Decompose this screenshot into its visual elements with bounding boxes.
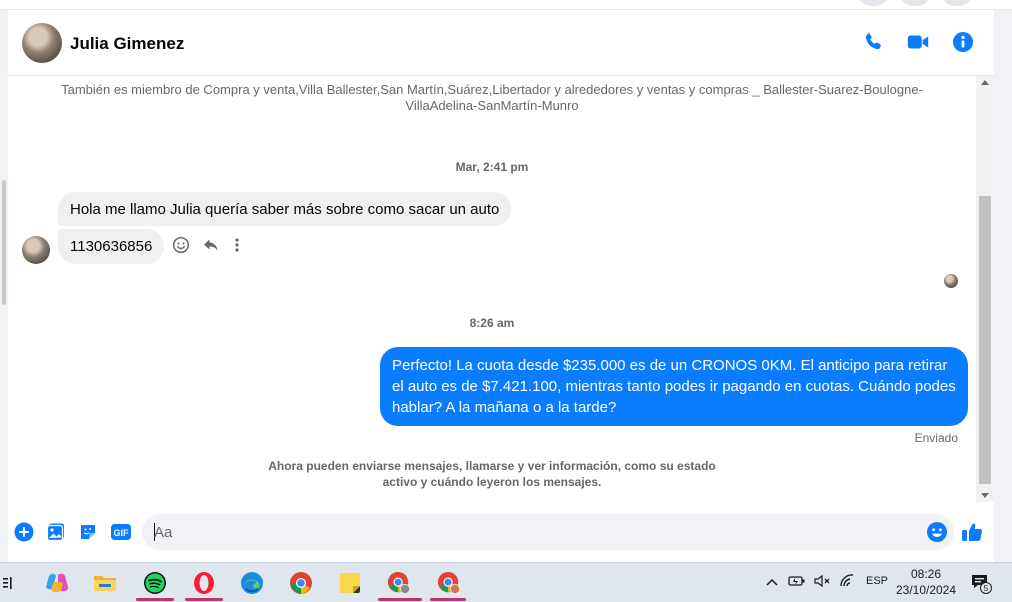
spotify-running-indicator — [136, 598, 174, 601]
scroll-down-arrow[interactable] — [981, 493, 989, 498]
incoming-message[interactable]: Hola me llamo Julia quería saber más sob… — [58, 192, 512, 226]
right-panel-edge — [994, 10, 1012, 562]
sent-status: Enviado — [914, 431, 958, 445]
reply-icon[interactable] — [202, 236, 220, 259]
phone-icon[interactable] — [862, 31, 884, 53]
scroll-up-arrow[interactable] — [981, 80, 989, 85]
svg-text:GIF: GIF — [114, 528, 130, 538]
messenger-window: Julia Gimenez También es miembro de Comp… — [0, 0, 1012, 602]
contact-name[interactable]: Julia Gimenez — [70, 34, 184, 54]
left-panel-edge — [0, 10, 8, 562]
edge-icon[interactable] — [240, 571, 264, 595]
timestamp: Mar, 2:41 pm — [455, 160, 529, 174]
battery-icon[interactable] — [788, 574, 806, 593]
incoming-message[interactable]: 1130636856 — [58, 229, 165, 264]
clock[interactable]: 08:26 23/10/2024 — [890, 566, 962, 598]
chrome-alt-running-indicator — [430, 598, 466, 601]
emoji-icon[interactable] — [926, 521, 948, 548]
header-actions — [862, 31, 974, 53]
plus-icon[interactable] — [14, 522, 34, 547]
opera-running-indicator — [185, 598, 223, 601]
task-view-icon[interactable] — [0, 571, 22, 595]
composer-tools: GIF — [14, 522, 132, 547]
chevron-up-icon[interactable] — [766, 574, 778, 592]
sticker-icon[interactable] — [78, 522, 98, 547]
react-emoji-icon[interactable] — [172, 236, 190, 259]
sender-avatar[interactable] — [22, 236, 50, 264]
notification-count: 5 — [984, 584, 989, 593]
system-tray — [766, 563, 856, 602]
input-language[interactable]: ESP — [866, 575, 888, 587]
message-actions — [172, 236, 242, 259]
chat-header: Julia Gimenez — [8, 10, 994, 76]
outgoing-message[interactable]: Perfecto! La cuota desde $235.000 es de … — [380, 347, 968, 426]
chrome-icon[interactable] — [289, 571, 313, 595]
message-composer: GIF — [8, 502, 994, 562]
gallery-icon[interactable] — [46, 522, 66, 547]
left-scrollbar-thumb[interactable] — [2, 180, 6, 305]
info-icon[interactable] — [952, 31, 974, 53]
clock-time: 08:26 — [910, 567, 942, 581]
message-input[interactable] — [154, 514, 914, 550]
more-options-icon[interactable] — [232, 236, 242, 259]
opera-icon[interactable] — [192, 571, 216, 595]
contact-avatar[interactable] — [22, 23, 62, 63]
file-explorer-icon[interactable] — [93, 571, 117, 595]
video-camera-icon[interactable] — [906, 31, 930, 53]
chrome-alt-profile-icon[interactable] — [437, 571, 461, 595]
thumbs-up-icon[interactable] — [960, 520, 984, 549]
conversation-scrollbar[interactable] — [976, 76, 994, 502]
conversation-pane: También es miembro de Compra y venta,Vil… — [8, 76, 976, 502]
gif-icon[interactable]: GIF — [110, 522, 132, 547]
seen-avatar — [944, 274, 958, 288]
message-input-wrap[interactable] — [142, 514, 954, 550]
sticky-notes-icon[interactable] — [338, 571, 362, 595]
timestamp: 8:26 am — [469, 316, 515, 330]
top-strip — [0, 0, 1012, 10]
windows-taskbar: ESP 08:26 23/10/2024 5 — [0, 562, 1012, 602]
group-membership-info: También es miembro de Compra y venta,Vil… — [61, 82, 923, 113]
privacy-notice: Ahora pueden enviarse mensajes, llamarse… — [268, 459, 716, 489]
scrollbar-thumb[interactable] — [979, 196, 991, 484]
speaker-muted-icon[interactable] — [814, 574, 832, 593]
chrome-profile-icon[interactable] — [387, 571, 411, 595]
clock-date: 23/10/2024 — [895, 583, 957, 597]
chrome-running-indicator — [378, 598, 422, 601]
spotify-icon[interactable] — [143, 571, 167, 595]
notification-center-icon[interactable]: 5 — [970, 563, 992, 602]
wifi-icon[interactable] — [840, 573, 856, 593]
copilot-icon[interactable] — [45, 571, 69, 595]
